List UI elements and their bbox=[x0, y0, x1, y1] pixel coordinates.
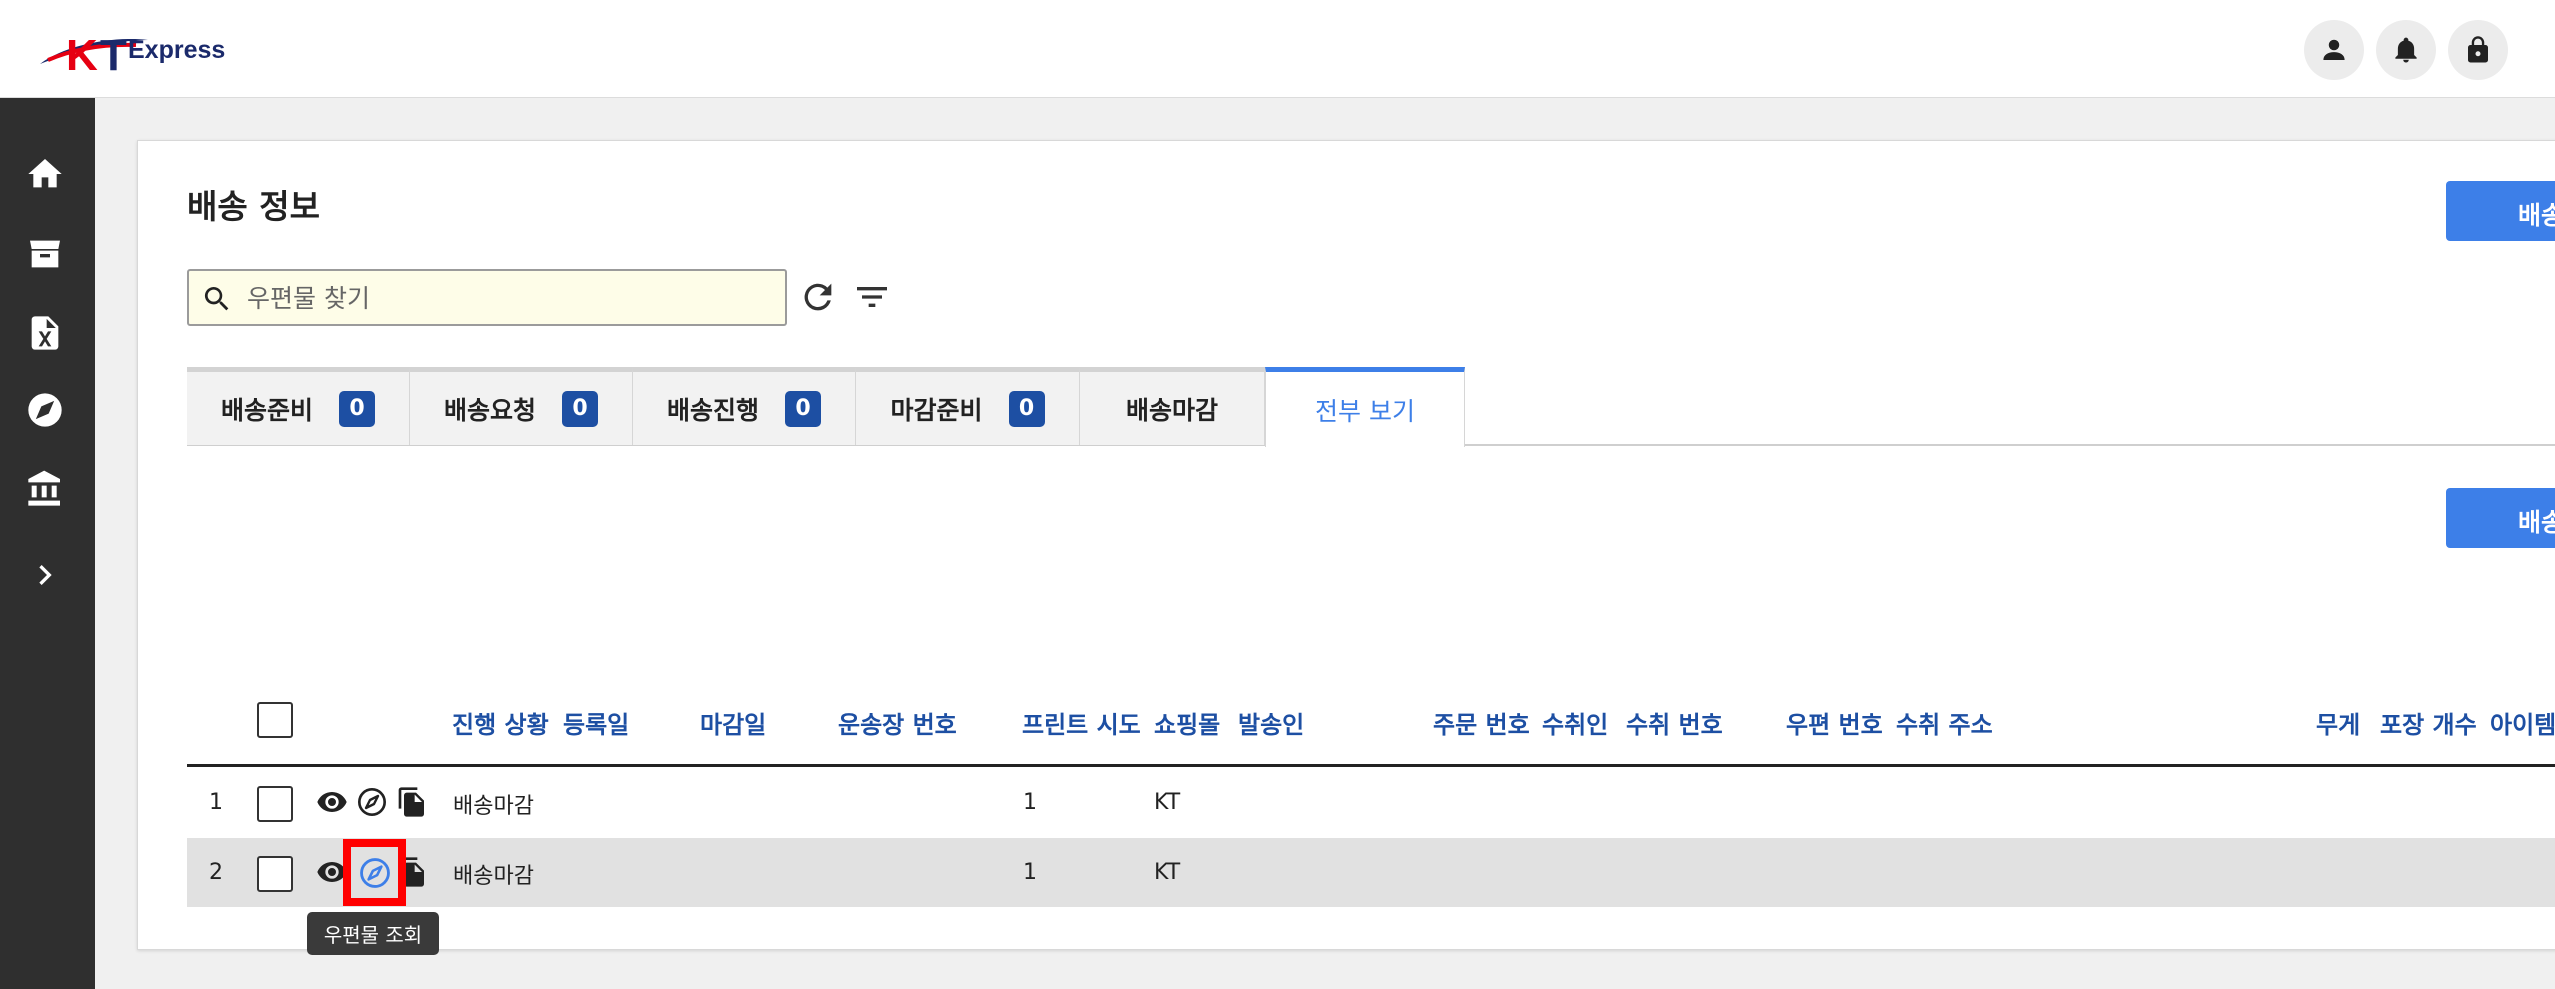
svg-text:T: T bbox=[100, 31, 127, 80]
column-header-item[interactable]: 아이템 bbox=[2490, 705, 2555, 740]
tab-view-all[interactable]: 전부 보기 bbox=[1265, 367, 1465, 447]
column-header-deadline[interactable]: 마감일 bbox=[700, 705, 766, 740]
column-header-order-number[interactable]: 주문 번호 bbox=[1433, 705, 1530, 740]
copy-button[interactable] bbox=[395, 785, 429, 819]
column-header-weight[interactable]: 무게 bbox=[2316, 705, 2360, 740]
tab-label: 전부 보기 bbox=[1315, 396, 1415, 426]
person-icon bbox=[2323, 39, 2345, 60]
column-header-postal-code[interactable]: 우편 번호 bbox=[1786, 705, 1883, 740]
column-header-tracking-number[interactable]: 운송장 번호 bbox=[838, 705, 957, 740]
tab-label: 배송요청 bbox=[443, 395, 536, 425]
column-header-sender[interactable]: 발송인 bbox=[1238, 705, 1304, 740]
sidebar-item-box[interactable] bbox=[22, 231, 68, 277]
column-header-recipient[interactable]: 수취인 bbox=[1542, 705, 1608, 740]
sidebar-item-bank[interactable] bbox=[22, 466, 68, 512]
tab-label: 배송마감 bbox=[1125, 395, 1218, 425]
tab-label: 배송준비 bbox=[220, 395, 313, 425]
column-header-recipient-phone[interactable]: 수취 번호 bbox=[1626, 705, 1723, 740]
view-button[interactable] bbox=[315, 785, 349, 819]
row-index: 1 bbox=[209, 790, 223, 815]
excel-icon bbox=[31, 316, 59, 350]
sidebar-item-home[interactable] bbox=[22, 151, 68, 197]
search-input[interactable] bbox=[247, 279, 767, 317]
table-header-divider bbox=[187, 764, 2555, 767]
cell-mall: KT bbox=[1154, 860, 1181, 885]
compass-icon bbox=[28, 393, 62, 427]
tab-label: 배송진행 bbox=[666, 395, 759, 425]
cell-mall: KT bbox=[1154, 790, 1181, 815]
count-badge: 0 bbox=[339, 390, 375, 427]
column-header-recipient-address[interactable]: 수취 주소 bbox=[1896, 705, 1993, 740]
tab-closing-ready[interactable]: 마감준비 0 bbox=[856, 367, 1080, 445]
box-icon bbox=[30, 240, 60, 268]
cell-status: 배송마감 bbox=[453, 864, 534, 889]
row-checkbox[interactable] bbox=[257, 856, 293, 892]
second-action-button[interactable]: 배송 bbox=[2446, 488, 2555, 548]
compass-icon bbox=[359, 857, 390, 888]
tab-shipping-closed[interactable]: 배송마감 bbox=[1080, 367, 1265, 445]
sidebar-item-excel[interactable] bbox=[22, 310, 68, 356]
tab-shipping-ready[interactable]: 배송준비 0 bbox=[187, 367, 410, 445]
top-action-button[interactable]: 배송 bbox=[2446, 181, 2555, 241]
page-title: 배송 정보 bbox=[187, 187, 320, 226]
cell-print-tries: 1 bbox=[1023, 790, 1037, 815]
column-header-print-tries[interactable]: 프린트 시도 bbox=[1022, 705, 1141, 740]
tab-label: 마감준비 bbox=[890, 395, 983, 425]
profile-button[interactable] bbox=[2304, 20, 2364, 80]
column-header-registered[interactable]: 등록일 bbox=[563, 705, 629, 740]
notification-button[interactable] bbox=[2376, 20, 2436, 80]
sidebar-item-compass[interactable] bbox=[22, 387, 68, 433]
cell-status: 배송마감 bbox=[453, 794, 534, 819]
top-header: K T Express bbox=[0, 0, 2555, 98]
search-box bbox=[187, 269, 787, 326]
column-header-package-count[interactable]: 포장 개수 bbox=[2380, 705, 2477, 740]
count-badge: 0 bbox=[562, 390, 598, 427]
svg-text:K: K bbox=[66, 31, 98, 80]
tab-shipping-request[interactable]: 배송요청 0 bbox=[410, 367, 633, 445]
home-icon bbox=[28, 159, 62, 188]
chevron-right-icon bbox=[39, 565, 52, 585]
sidebar bbox=[0, 98, 95, 989]
tooltip: 우편물 조회 bbox=[307, 912, 439, 955]
refresh-icon bbox=[804, 283, 832, 311]
copy-icon bbox=[398, 787, 424, 817]
lock-icon bbox=[2468, 36, 2488, 63]
bank-icon bbox=[28, 470, 60, 506]
search-icon bbox=[204, 287, 229, 311]
filter-icon bbox=[857, 287, 887, 307]
table-row[interactable]: 2 배송마감 1 KT bbox=[187, 838, 2555, 907]
row-index: 2 bbox=[209, 860, 223, 885]
filter-button[interactable] bbox=[850, 275, 894, 319]
highlighted-track-mail-button[interactable] bbox=[343, 839, 406, 906]
refresh-button[interactable] bbox=[796, 275, 840, 319]
column-header-mall[interactable]: 쇼핑몰 bbox=[1154, 705, 1220, 740]
sidebar-expand[interactable] bbox=[22, 552, 68, 598]
lock-button[interactable] bbox=[2448, 20, 2508, 80]
track-mail-button[interactable] bbox=[355, 785, 389, 819]
bell-icon bbox=[2395, 37, 2417, 63]
table-row[interactable]: 1 배송마감 1 KT bbox=[187, 768, 2555, 837]
tab-shipping-progress[interactable]: 배송진행 0 bbox=[633, 367, 856, 445]
count-badge: 0 bbox=[785, 390, 821, 427]
row-checkbox[interactable] bbox=[257, 786, 293, 822]
compass-icon bbox=[358, 788, 386, 816]
track-mail-button[interactable] bbox=[351, 847, 398, 898]
cell-print-tries: 1 bbox=[1023, 860, 1037, 885]
column-header-status[interactable]: 진행 상황 bbox=[452, 705, 549, 740]
count-badge: 0 bbox=[1008, 390, 1045, 427]
eye-icon bbox=[317, 792, 347, 812]
select-all-checkbox[interactable] bbox=[257, 702, 293, 738]
logo-text: Express bbox=[128, 36, 226, 64]
